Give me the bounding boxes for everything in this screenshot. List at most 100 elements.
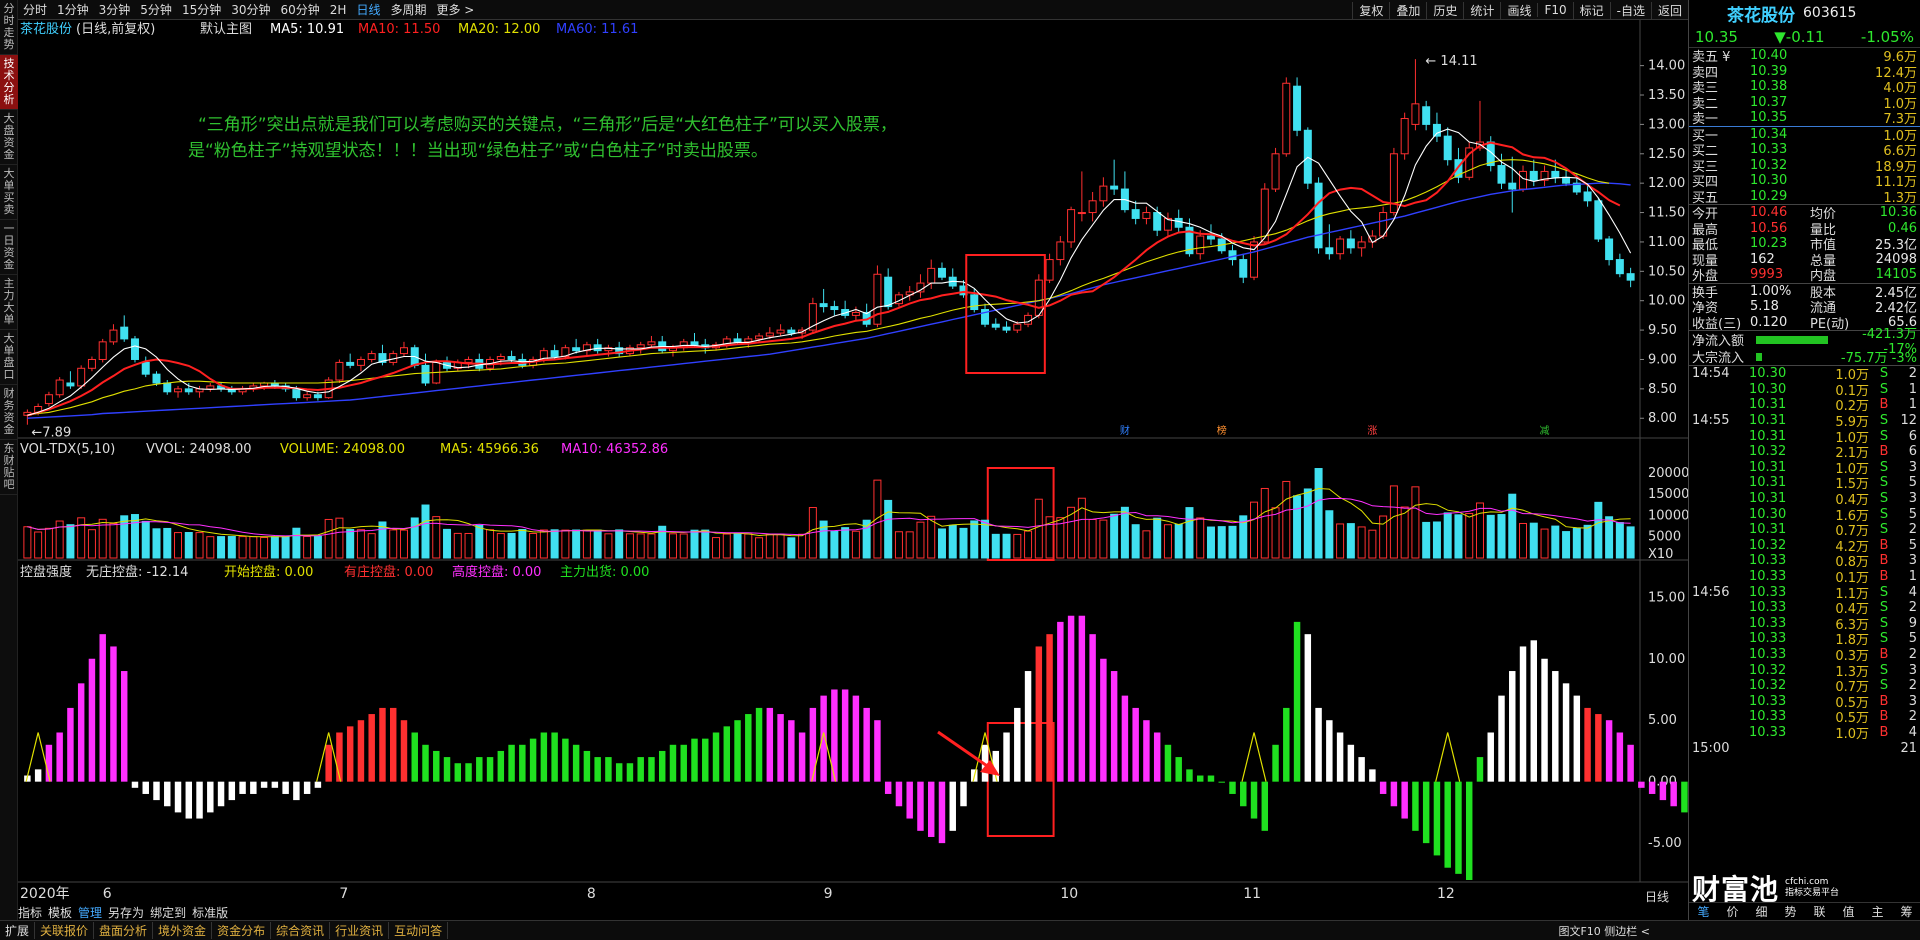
candle-body-132	[1443, 135, 1452, 161]
rail-item-4[interactable]: 一日资金	[0, 220, 18, 275]
status-item-3[interactable]: 境外资金	[153, 922, 213, 939]
tick-vol-23: 1.0万	[1835, 726, 1869, 742]
kline-chart[interactable]: 茶花股份 (日线,前复权) 默认主图 MA5: 10.91 MA10: 11.50 MA2…	[18, 20, 1774, 930]
tool-button-3[interactable]: 统计	[1463, 1, 1500, 19]
period-tab-4[interactable]: 15分钟	[182, 1, 221, 18]
rail-item-5[interactable]: 主力大单	[0, 275, 18, 330]
candle-body-58	[647, 341, 656, 346]
watermark-sub: cfchi.com 指标交易平台	[1785, 877, 1839, 899]
vol-bar-80	[884, 499, 893, 559]
tick-price-4: 10.31	[1749, 428, 1787, 444]
status-item-0[interactable]: 扩展	[0, 922, 36, 939]
side-toggle[interactable]: 图文F10 侧边栏 <	[1558, 923, 1650, 939]
ctrl-bar-45	[508, 744, 515, 782]
status-item-7[interactable]: 互动问答	[389, 922, 449, 939]
vol-label-3: 5000	[1648, 530, 1681, 545]
ctrl-bar-28	[325, 744, 332, 782]
period-tab-1[interactable]: 1分钟	[57, 1, 89, 18]
tick-row-8: 10.31 0.4万 S 3	[1689, 491, 1920, 508]
candle-body-109	[1196, 235, 1205, 255]
candle-body-96	[1056, 241, 1065, 261]
rail-item-3[interactable]: 大单买卖	[0, 165, 18, 220]
vol-bar-49	[550, 529, 559, 559]
vol-bar-98	[1077, 497, 1086, 559]
status-item-2[interactable]: 盘面分析	[94, 922, 154, 939]
indicator-tab-2[interactable]: 管理	[78, 904, 102, 921]
tool-button-5[interactable]: F10	[1537, 3, 1572, 17]
tool-button-6[interactable]: 标记	[1572, 1, 1610, 19]
stat-val-2-b: 25.3亿	[1875, 238, 1917, 254]
indicator-tab-5[interactable]: 标准版	[192, 904, 228, 921]
indicator-tab-0[interactable]: 指标	[18, 904, 42, 921]
candle-body-124	[1357, 241, 1366, 249]
ctrl-bar-146	[1595, 714, 1602, 782]
price-change: ▼-0.11	[1774, 27, 1825, 46]
period-label[interactable]: 日线	[1645, 888, 1669, 905]
status-item-5[interactable]: 综合资讯	[271, 922, 331, 939]
rail-item-6[interactable]: 大单盘口	[0, 330, 18, 385]
tick-count-15: 2	[1908, 600, 1917, 616]
ctrl-bar-97	[1067, 615, 1075, 782]
status-item-4[interactable]: 资金分布	[212, 922, 272, 939]
tick-count-16: 9	[1908, 615, 1917, 631]
tick-row-11: 10.32 4.2万 B 5	[1689, 538, 1920, 555]
period-tab-9[interactable]: 多周期	[390, 1, 426, 18]
tool-button-1[interactable]: 叠加	[1389, 1, 1426, 19]
rail-item-1[interactable]: 技术分析	[0, 55, 18, 110]
period-tab-10[interactable]: 更多 >	[436, 1, 474, 18]
status-item-6[interactable]: 行业资讯	[330, 922, 390, 939]
vol-bar-44	[496, 533, 505, 559]
ctrl-bar-126	[1379, 781, 1387, 794]
tick-list[interactable]: 14:54 10.30 1.0万 S 2 10.30 0.1万 S 1 10.31 0.2万 B 1 14…	[1689, 365, 1920, 756]
vol-bar-69	[765, 533, 774, 559]
vol-bar-122	[1336, 523, 1345, 559]
last-price: 10.35	[1695, 27, 1738, 46]
price-label-8: 10.00	[1648, 294, 1685, 309]
rail-item-0[interactable]: 分时走势	[0, 0, 18, 55]
ctrl-bar-74	[820, 695, 827, 782]
period-tab-5[interactable]: 30分钟	[231, 1, 270, 18]
event-tag-1: 榜	[1217, 424, 1227, 437]
ctrl-bar-43	[486, 757, 494, 782]
vol-bar-71	[787, 537, 796, 559]
stock-name[interactable]: 茶花股份	[1727, 1, 1795, 26]
tool-button-8[interactable]: 返回	[1650, 1, 1688, 19]
rail-item-7[interactable]: 财务资金	[0, 385, 18, 440]
vol-bar-123	[1346, 523, 1355, 559]
indicator-tab-1[interactable]: 模板	[48, 904, 72, 921]
candle-body-66	[733, 338, 742, 343]
tick-side-22: B	[1879, 709, 1889, 725]
period-tab-3[interactable]: 5分钟	[140, 1, 172, 18]
tool-button-7[interactable]: -自选	[1609, 1, 1651, 19]
chart-area[interactable]: 茶花股份 (日线,前复权) 默认主图 MA5: 10.91 MA10: 11.50 MA2…	[18, 20, 1774, 930]
ctrl-bar-31	[357, 720, 365, 782]
tool-button-2[interactable]: 历史	[1426, 1, 1463, 19]
candle-body-94	[1034, 279, 1043, 316]
tick-side-16: S	[1879, 615, 1889, 631]
period-tab-2[interactable]: 3分钟	[99, 1, 131, 18]
tool-button-0[interactable]: 复权	[1352, 1, 1389, 19]
quote-tab-7[interactable]: 筹	[1892, 903, 1920, 920]
vol-header-name: VOL-TDX(5,10)	[20, 442, 115, 457]
ctrl-bar-77	[852, 695, 860, 782]
tick-row-15: 10.33 0.4万 S 2	[1689, 600, 1920, 617]
tick-row-6: 10.31 1.0万 S 3	[1689, 460, 1920, 477]
vol-bar-13	[163, 527, 172, 559]
period-tab-8[interactable]: 日线	[356, 1, 380, 18]
period-tab-0[interactable]: 分时	[23, 1, 47, 18]
ctrl-header-e: 主力出货: 0.00	[560, 564, 649, 580]
vol-bar-65	[722, 533, 731, 559]
indicator-tab-4[interactable]: 绑定到	[150, 904, 186, 921]
rail-item-8[interactable]: 东财贴吧	[0, 440, 18, 495]
period-tab-6[interactable]: 60分钟	[281, 1, 320, 18]
bid-row-4[interactable]: 买五 10.29 1.3万	[1689, 189, 1920, 206]
candle-body-97	[1067, 209, 1076, 243]
candle-body-71	[787, 329, 796, 334]
ask-row-4[interactable]: 卖一 10.35 7.3万	[1689, 110, 1920, 127]
vol-bar-132	[1443, 512, 1452, 559]
status-item-1[interactable]: 关联报价	[35, 922, 95, 939]
period-tab-7[interactable]: 2H	[330, 3, 347, 17]
indicator-tab-3[interactable]: 另存为	[108, 904, 144, 921]
rail-item-2[interactable]: 大盘资金	[0, 110, 18, 165]
tool-button-4[interactable]: 画线	[1500, 1, 1537, 19]
